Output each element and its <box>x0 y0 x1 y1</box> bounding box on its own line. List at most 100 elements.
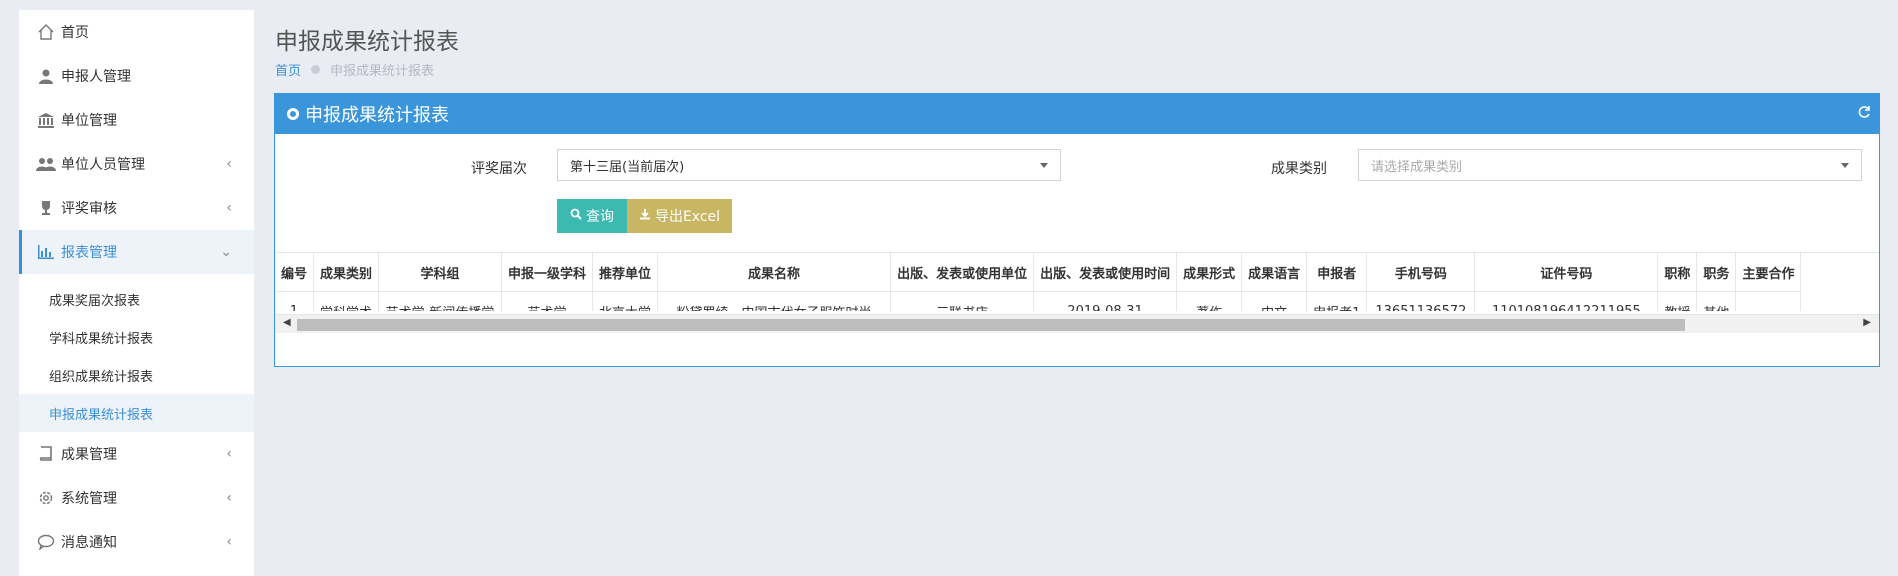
user-icon <box>35 65 57 87</box>
subnav-discipline-report[interactable]: 学科成果统计报表 <box>19 318 254 356</box>
category-select-placeholder: 请选择成果类别 <box>1371 159 1463 175</box>
page-title: 申报成果统计报表 <box>275 29 459 55</box>
sidebar: 首页 申报人管理 单位管理 单位人员管理 ‹ 评奖审核 ‹ 报表管理 ⌄ 成果奖… <box>19 10 254 576</box>
chevron-left-icon: ‹ <box>226 156 232 172</box>
table-cell: 粉黛罗绮—中国古代女子服饰时尚 <box>657 291 892 311</box>
chevron-left-icon: ‹ <box>226 446 232 462</box>
chevron-left-icon: ‹ <box>226 490 232 506</box>
breadcrumb: 首页 申报成果统计报表 <box>275 60 434 79</box>
export-button-label: 导出Excel <box>654 209 721 225</box>
nav-item-label: 系统管理 <box>61 491 117 507</box>
table-cell: 110108196412211955 <box>1474 291 1659 311</box>
chat-icon <box>35 531 57 553</box>
nav-item-notifications[interactable]: 消息通知 ‹ <box>19 520 254 564</box>
nav-item-label: 申报人管理 <box>61 69 131 85</box>
table-row: 1 学科学术 艺术学-新闻传播学 艺术学 北京大学 粉黛罗绮—中国古代女子服饰时… <box>275 291 1802 311</box>
export-excel-button[interactable]: 导出Excel <box>627 199 732 233</box>
col-header: 编号 <box>275 253 315 292</box>
chevron-down-icon: ⌄ <box>220 244 232 260</box>
nav-item-reports[interactable]: 报表管理 ⌄ <box>19 230 254 274</box>
nav-item-system[interactable]: 系统管理 ‹ <box>19 476 254 520</box>
table-cell: 著作 <box>1176 291 1243 311</box>
session-select[interactable]: 第十三届(当前届次) <box>557 149 1061 181</box>
col-header: 成果形式 <box>1176 253 1243 292</box>
book-icon <box>35 443 57 465</box>
table-cell: 艺术学-新闻传播学 <box>378 291 503 311</box>
nav-item-unit-staff[interactable]: 单位人员管理 ‹ <box>19 142 254 186</box>
panel-title: 申报成果统计报表 <box>305 105 449 126</box>
results-table-wrap: 编号 成果类别 学科组 申报一级学科 推荐单位 成果名称 出版、发表或使用单位 … <box>275 252 1879 311</box>
nav-item-label: 消息通知 <box>61 535 117 551</box>
scrollbar-thumb[interactable] <box>297 319 1685 331</box>
col-header: 出版、发表或使用单位 <box>890 253 1035 292</box>
col-header: 出版、发表或使用时间 <box>1033 253 1178 292</box>
query-button[interactable]: 查询 <box>557 199 627 233</box>
col-header: 学科组 <box>378 253 503 292</box>
horizontal-scrollbar[interactable]: ◀ ▶ <box>275 314 1879 333</box>
results-table: 编号 成果类别 学科组 申报一级学科 推荐单位 成果名称 出版、发表或使用单位 … <box>275 253 1802 311</box>
session-select-value: 第十三届(当前届次) <box>570 159 685 175</box>
table-cell: 中文 <box>1241 291 1308 311</box>
scroll-right-arrow-icon[interactable]: ▶ <box>1863 317 1871 328</box>
query-button-label: 查询 <box>586 209 614 225</box>
table-cell: 北京大学 <box>592 291 659 311</box>
nav-item-home[interactable]: 首页 <box>19 10 254 54</box>
breadcrumb-home[interactable]: 首页 <box>275 60 301 79</box>
download-icon <box>639 208 651 224</box>
report-panel: 申报成果统计报表 评奖届次 第十三届(当前届次) 成果类别 请选择成果类别 查询… <box>274 93 1880 367</box>
caret-down-icon <box>1040 163 1048 168</box>
col-header: 主要合作 <box>1735 253 1802 292</box>
table-cell: 13651136572 <box>1366 291 1476 311</box>
table-cell: 学科学术 <box>313 291 380 311</box>
table-cell: 其他 <box>1696 291 1737 311</box>
table-cell: 申报者1 <box>1306 291 1368 311</box>
nav-item-label: 单位人员管理 <box>61 157 145 173</box>
scroll-left-arrow-icon[interactable]: ◀ <box>283 317 291 328</box>
chevron-left-icon: ‹ <box>226 200 232 216</box>
table-cell <box>1735 291 1802 311</box>
caret-down-icon <box>1841 163 1849 168</box>
subnav-organization-report[interactable]: 组织成果统计报表 <box>19 356 254 394</box>
col-header: 推荐单位 <box>592 253 659 292</box>
col-header: 成果类别 <box>313 253 380 292</box>
breadcrumb-separator <box>311 65 321 74</box>
refresh-icon[interactable] <box>1857 104 1871 123</box>
col-header: 成果名称 <box>657 253 892 292</box>
nav-item-label: 首页 <box>61 25 89 41</box>
nav-item-applicant[interactable]: 申报人管理 <box>19 54 254 98</box>
trophy-icon <box>35 197 57 219</box>
home-icon <box>35 21 57 43</box>
session-label: 评奖届次 <box>471 161 527 177</box>
panel-header: 申报成果统计报表 <box>275 94 1879 134</box>
breadcrumb-current: 申报成果统计报表 <box>330 64 435 79</box>
col-header: 申报一级学科 <box>501 253 594 292</box>
col-header: 职称 <box>1657 253 1698 292</box>
col-header: 成果语言 <box>1241 253 1308 292</box>
col-header: 证件号码 <box>1474 253 1659 292</box>
users-icon <box>35 153 57 175</box>
nav-item-unit[interactable]: 单位管理 <box>19 98 254 142</box>
category-label: 成果类别 <box>1271 161 1327 177</box>
category-select[interactable]: 请选择成果类别 <box>1358 149 1862 181</box>
bar-chart-icon <box>35 241 57 263</box>
search-icon <box>570 208 582 224</box>
gear-icon <box>35 487 57 509</box>
col-header: 职务 <box>1696 253 1737 292</box>
nav-item-achievements[interactable]: 成果管理 ‹ <box>19 432 254 476</box>
globe-icon <box>287 108 299 120</box>
table-cell: 三联书店 <box>890 291 1035 311</box>
nav-item-label: 报表管理 <box>61 245 117 261</box>
nav-item-label: 评奖审核 <box>61 201 117 217</box>
chevron-left-icon: ‹ <box>226 534 232 550</box>
col-header: 申报者 <box>1306 253 1368 292</box>
nav-item-review[interactable]: 评奖审核 ‹ <box>19 186 254 230</box>
table-header-row: 编号 成果类别 学科组 申报一级学科 推荐单位 成果名称 出版、发表或使用单位 … <box>275 253 1802 292</box>
bank-icon <box>35 109 57 131</box>
table-cell: 1 <box>275 291 315 311</box>
table-cell: 教授 <box>1657 291 1698 311</box>
table-cell: 2019-08-31 <box>1033 291 1178 311</box>
subnav-application-report[interactable]: 申报成果统计报表 <box>19 394 254 432</box>
nav-item-label: 成果管理 <box>61 447 117 463</box>
col-header: 手机号码 <box>1366 253 1476 292</box>
subnav-award-session-report[interactable]: 成果奖届次报表 <box>19 280 254 318</box>
